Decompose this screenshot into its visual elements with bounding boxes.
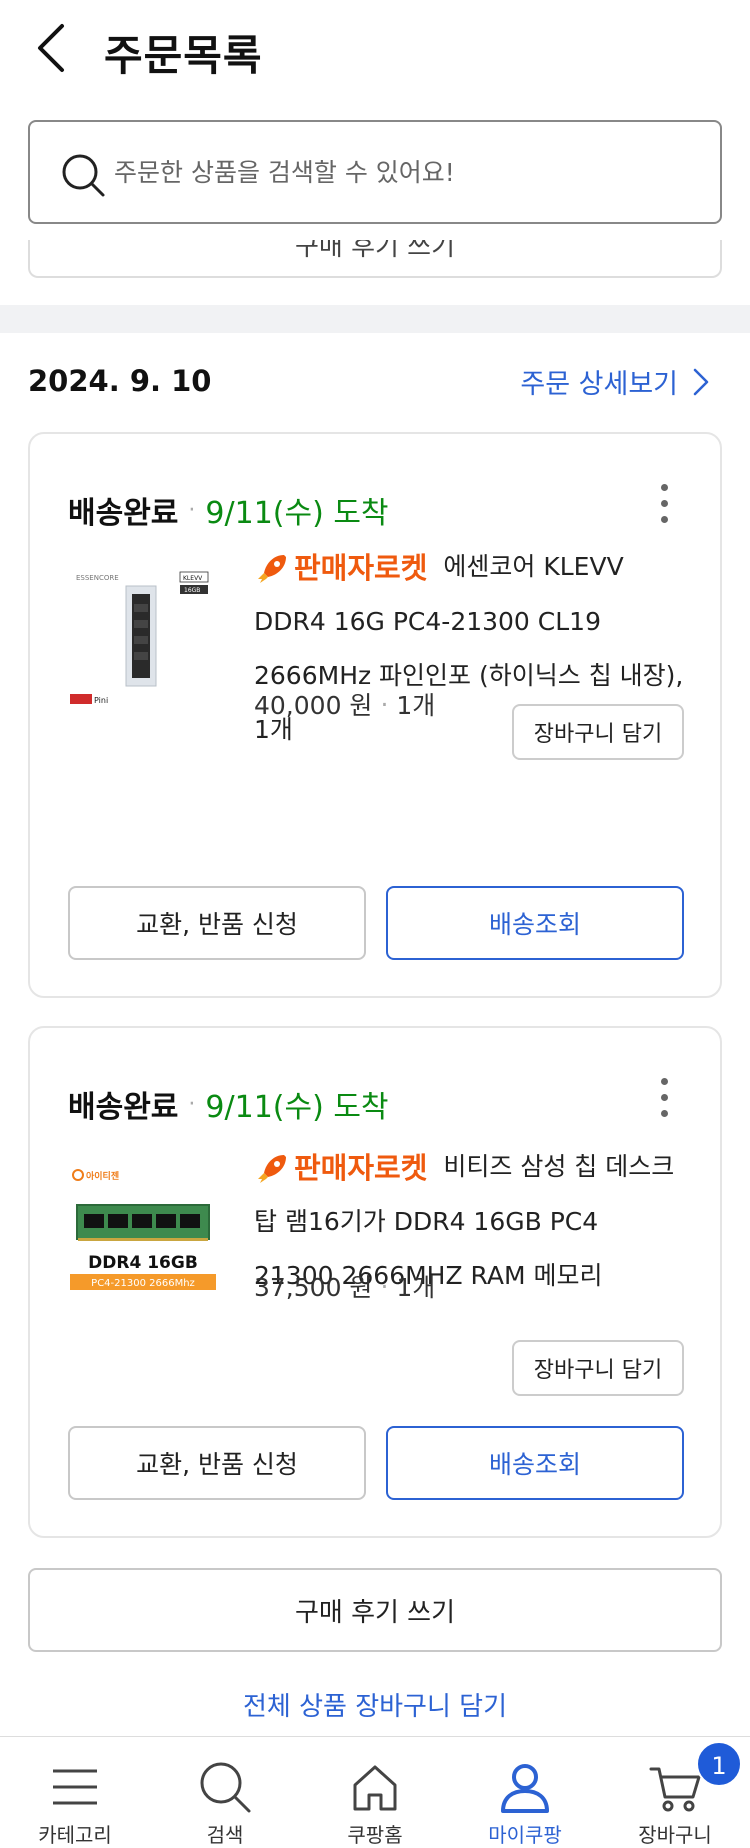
- nav-item-home[interactable]: 쿠팡홈: [300, 1737, 450, 1848]
- bottom-nav: 카테고리 검색 쿠팡홈 마이쿠팡 1 장바구니: [0, 1736, 750, 1848]
- thumb-model-text: KLEVV: [183, 575, 203, 582]
- add-all-to-cart-link[interactable]: 전체 상품 장바구니 담기: [0, 1686, 750, 1723]
- nav-label: 마이쿠팡: [488, 1823, 562, 1847]
- order-item-card: 배송완료 · 9/11(수) 도착 아이티젠 DDR4 16GB PC4-213…: [28, 1026, 722, 1538]
- menu-icon: [53, 1769, 97, 1805]
- delivery-status: 배송완료: [68, 496, 179, 531]
- order-detail-link[interactable]: 주문 상세보기: [520, 362, 710, 401]
- write-review-button[interactable]: 구매 후기 쓰기: [28, 1568, 722, 1652]
- rocket-badge-label: 판매자로켓: [294, 1151, 428, 1185]
- user-icon: [501, 1764, 549, 1813]
- search-box[interactable]: [28, 120, 722, 224]
- rocket-icon: [258, 1155, 286, 1183]
- thumb-seller-text: Pini: [94, 696, 108, 705]
- add-to-cart-button[interactable]: 장바구니 담기: [512, 1340, 684, 1396]
- nav-item-category[interactable]: 카테고리: [0, 1737, 150, 1848]
- product-thumbnail[interactable]: 아이티젠 DDR4 16GB PC4-21300 2666Mhz: [68, 1164, 218, 1314]
- search-icon: [200, 1762, 251, 1813]
- price-row: 37,500 원 · 1개: [254, 1268, 435, 1304]
- nav-label: 쿠팡홈: [347, 1823, 403, 1847]
- order-date: 2024. 9. 10: [28, 364, 212, 398]
- home-icon: [353, 1765, 397, 1811]
- order-item-card: 배송완료 · 9/11(수) 도착 ESSENCORE KLEVV 16GB P…: [28, 432, 722, 998]
- nav-label: 장바구니: [638, 1823, 712, 1847]
- chevron-left-icon: [38, 24, 64, 72]
- thumb-title-text: DDR4 16GB: [88, 1253, 198, 1273]
- nav-item-cart[interactable]: 1 장바구니: [600, 1737, 750, 1848]
- price-row: 40,000 원 · 1개: [254, 686, 435, 722]
- separator-dot: ·: [380, 689, 389, 719]
- cart-icon: [649, 1767, 701, 1812]
- back-button[interactable]: [30, 20, 80, 76]
- rocket-icon: [258, 555, 286, 583]
- search-input[interactable]: [114, 144, 674, 200]
- separator-dot: ·: [188, 1091, 196, 1117]
- delivery-status: 배송완료: [68, 1090, 179, 1125]
- nav-label: 검색: [206, 1823, 244, 1847]
- seller-rocket-badge: 판매자로켓: [254, 1141, 427, 1195]
- nav-item-my-coupang[interactable]: 마이쿠팡: [450, 1737, 600, 1848]
- track-delivery-button[interactable]: 배송조회: [386, 1426, 684, 1500]
- thumb-brand-text: 아이티젠: [86, 1170, 119, 1182]
- add-to-cart-button[interactable]: 장바구니 담기: [512, 704, 684, 760]
- thumb-sub-text: PC4-21300 2666Mhz: [91, 1278, 195, 1289]
- product-price: 37,500 원: [254, 1273, 373, 1302]
- nav-item-search[interactable]: 검색: [150, 1737, 300, 1848]
- section-divider: [0, 305, 750, 333]
- cart-count-badge: 1: [696, 1741, 742, 1787]
- product-quantity: 1개: [396, 1273, 436, 1302]
- track-delivery-button[interactable]: 배송조회: [386, 886, 684, 960]
- seller-rocket-badge: 판매자로켓: [254, 541, 427, 595]
- thumb-brand-text: ESSENCORE: [76, 574, 119, 582]
- separator-dot: ·: [380, 1271, 389, 1301]
- order-detail-label: 주문 상세보기: [520, 369, 678, 400]
- rocket-badge-label: 판매자로켓: [294, 551, 428, 585]
- search-icon: [62, 154, 105, 197]
- product-quantity: 1개: [396, 691, 436, 720]
- previous-order-card-stub: 구매 후기 쓰기: [28, 240, 722, 278]
- thumb-size-text: 16GB: [184, 587, 200, 594]
- product-price: 40,000 원: [254, 691, 373, 720]
- return-request-button[interactable]: 교환, 반품 신청: [68, 886, 366, 960]
- header: 주문목록: [0, 0, 750, 100]
- page-title: 주문목록: [104, 31, 263, 80]
- product-thumbnail[interactable]: ESSENCORE KLEVV 16GB Pini: [68, 564, 218, 714]
- return-request-button[interactable]: 교환, 반품 신청: [68, 1426, 366, 1500]
- separator-dot: ·: [188, 497, 196, 523]
- chevron-right-icon: [693, 368, 709, 395]
- previous-review-button-ghost: 구매 후기 쓰기: [294, 240, 456, 262]
- nav-label: 카테고리: [38, 1823, 112, 1847]
